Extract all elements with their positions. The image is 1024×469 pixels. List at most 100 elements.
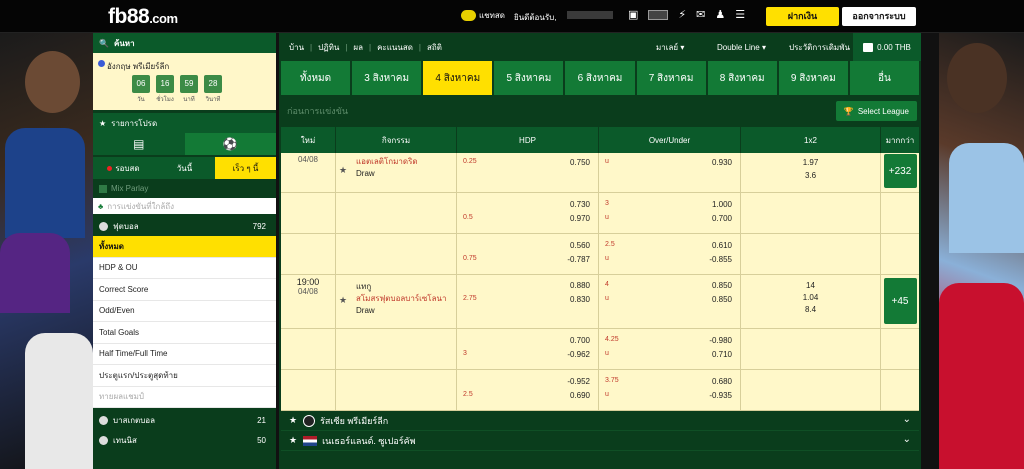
ou-odds[interactable]: -0.980	[709, 336, 732, 345]
nav-stats[interactable]: สถิติ	[427, 41, 442, 54]
site-logo[interactable]: fb88.com	[108, 5, 178, 29]
x12-odds[interactable]: 8.4	[741, 305, 880, 314]
menu-item-outright[interactable]: ทายผลแชมป์	[93, 386, 276, 408]
menu-item-odd-even[interactable]: Odd/Even	[93, 300, 276, 322]
table-row: 0.560 0.75 -0.787 2.5 0.610 u -0.855	[281, 234, 919, 275]
hdp-odds[interactable]: 0.970	[570, 214, 590, 223]
date-tab[interactable]: 6 สิงหาคม	[565, 61, 635, 95]
hdp-odds[interactable]: 0.560	[570, 241, 590, 250]
lightning-icon[interactable]: ⚡	[678, 8, 686, 22]
select-league-button[interactable]: 🏆 Select League	[835, 101, 917, 121]
favorites-header[interactable]: ★ รายการโปรด	[93, 113, 276, 133]
menu-item-correct-score[interactable]: Correct Score	[93, 279, 276, 301]
balance-display[interactable]: 0.00 THB	[853, 33, 921, 61]
star-icon[interactable]: ★	[289, 415, 297, 426]
england-flag-icon	[98, 60, 105, 67]
deposit-button[interactable]: ฝากเงิน	[766, 7, 839, 26]
ball-view-icon[interactable]: ⚽	[184, 133, 276, 155]
tab-live[interactable]: รอบสด	[93, 157, 154, 179]
nav-home[interactable]: บ้าน	[289, 41, 304, 54]
user-icon[interactable]: ♟	[715, 8, 725, 22]
hdp-odds[interactable]: 0.730	[570, 200, 590, 209]
tab-today[interactable]: วันนี้	[154, 157, 215, 179]
player-jersey	[25, 333, 93, 469]
hdp-odds[interactable]: 0.700	[570, 336, 590, 345]
date-tab-selected[interactable]: 4 สิงหาคม	[423, 61, 493, 95]
hdp-odds[interactable]: 0.830	[570, 295, 590, 304]
bet-history-link[interactable]: ประวัติการเดิมพัน	[789, 33, 850, 61]
odds-table: 04/08 ★ แอตเลติโกมาดริด Draw 0.25 0.750 …	[281, 153, 919, 411]
menu-item-total-goals[interactable]: Total Goals	[93, 322, 276, 344]
league-row[interactable]: ★ เนเธอร์แลนด์. ซูเปอร์คัพ ⌄	[281, 431, 919, 451]
menu-item-hdp-ou[interactable]: HDP & OU	[93, 257, 276, 279]
mix-parlay[interactable]: Mix Parlay	[93, 179, 276, 198]
match-time: 19:00 04/08	[281, 275, 336, 328]
ou-odds[interactable]: 0.680	[712, 377, 732, 386]
date-tab[interactable]: 3 สิงหาคม	[352, 61, 422, 95]
countdown-label: วัน	[137, 97, 145, 103]
hdp-odds[interactable]: 0.690	[570, 391, 590, 400]
sport-tennis[interactable]: เทนนิส 50	[93, 430, 276, 450]
promo-icon[interactable]: ✉	[696, 8, 705, 22]
ou-cell: 2.5 0.610 u -0.855	[599, 234, 741, 274]
menu-icon[interactable]: ☰	[735, 8, 745, 22]
chevron-down-icon[interactable]: ⌄	[903, 434, 911, 445]
x12-odds[interactable]: 1.97	[741, 158, 880, 167]
tab-early[interactable]: เร็ว ๆ นี้	[215, 157, 276, 179]
x12-odds[interactable]: 1.04	[741, 293, 880, 302]
date-tab[interactable]: อื่น	[849, 61, 919, 95]
ou-odds[interactable]: 0.850	[712, 281, 732, 290]
hdp-odds[interactable]: -0.962	[567, 350, 590, 359]
table-row: 0.730 0.5 0.970 3 1.000 u 0.700	[281, 193, 919, 234]
league-row[interactable]: ★ รัสเซีย พรีเมียร์ลีก ⌄	[281, 411, 919, 431]
nav-calendar[interactable]: ปฏิทิน	[318, 41, 339, 54]
date-tab[interactable]: 8 สิงหาคม	[707, 61, 777, 95]
star-icon[interactable]: ★	[289, 435, 297, 446]
ou-odds[interactable]: 0.930	[712, 158, 732, 167]
nav-live-score[interactable]: คะแนนสด	[377, 41, 413, 54]
section-title: ก่อนการแข่งขัน	[287, 106, 348, 116]
x12-odds[interactable]: 3.6	[741, 171, 880, 180]
nav-results[interactable]: ผล	[353, 41, 363, 54]
menu-item-first-last-goal[interactable]: ประตูแรก/ประตูสุดท้าย	[93, 365, 276, 387]
list-view-icon[interactable]: ▤	[93, 133, 185, 155]
language-select[interactable]: มาเลย์ ▾	[656, 33, 684, 61]
more-markets-button[interactable]: +45	[883, 278, 917, 324]
x12-odds[interactable]: 14	[741, 281, 880, 290]
ou-odds[interactable]: -0.855	[709, 255, 732, 264]
favorite-star-icon[interactable]: ★	[339, 165, 347, 176]
live-chat-button[interactable]: แชทสด	[461, 9, 505, 22]
chat-label: แชทสด	[479, 11, 505, 20]
date-tab[interactable]: 5 สิงหาคม	[494, 61, 564, 95]
more-markets-button[interactable]: +232	[883, 154, 917, 188]
ou-odds[interactable]: 1.000	[712, 200, 732, 209]
hdp-odds[interactable]: -0.952	[567, 377, 590, 386]
sport-football[interactable]: ฟุตบอล 792	[93, 216, 276, 236]
ou-odds[interactable]: 0.700	[712, 214, 732, 223]
top-nav: บ้าน | ปฏิทิน | ผล | คะแนนสด | สถิติ มาเลย์ …	[279, 33, 921, 61]
menu-item-all[interactable]: ทั้งหมด	[93, 236, 276, 258]
welcome-text: ยินดีต้อนรับ,	[514, 13, 557, 22]
date-tab[interactable]: 7 สิงหาคม	[636, 61, 706, 95]
hdp-odds[interactable]: 0.880	[570, 281, 590, 290]
football-menu: ทั้งหมด HDP & OU Correct Score Odd/Even …	[93, 236, 276, 408]
ou-odds[interactable]: -0.935	[709, 391, 732, 400]
league-countdown[interactable]: อังกฤษ พรีเมียร์ลีก 06 วัน 16 ชั่วโมง 59 นา…	[93, 53, 276, 110]
chevron-down-icon[interactable]: ⌄	[903, 414, 911, 425]
ou-odds[interactable]: 0.610	[712, 241, 732, 250]
hdp-odds[interactable]: 0.750	[570, 158, 590, 167]
balance-value: 0.00 THB	[877, 42, 911, 52]
ou-odds[interactable]: 0.710	[712, 350, 732, 359]
search-bar[interactable]: 🔍 ค้นหา	[93, 33, 276, 53]
logout-button[interactable]: ออกจากระบบ	[842, 7, 916, 26]
ou-odds[interactable]: 0.850	[712, 295, 732, 304]
date-tab[interactable]: 9 สิงหาคม	[778, 61, 848, 95]
wallet-icon[interactable]: ▣	[628, 8, 638, 22]
hdp-odds[interactable]: -0.787	[567, 255, 590, 264]
odds-type-select[interactable]: Double Line ▾	[717, 33, 766, 61]
favorite-star-icon[interactable]: ★	[339, 295, 347, 306]
sport-basketball[interactable]: บาสเกตบอล 21	[93, 410, 276, 430]
upcoming-matches[interactable]: ♣ การแข่งขันที่ใกล้ถึง	[93, 198, 276, 216]
menu-item-ht-ft[interactable]: Half Time/Full Time	[93, 343, 276, 365]
date-tab[interactable]: ทั้งหมด	[281, 61, 351, 95]
